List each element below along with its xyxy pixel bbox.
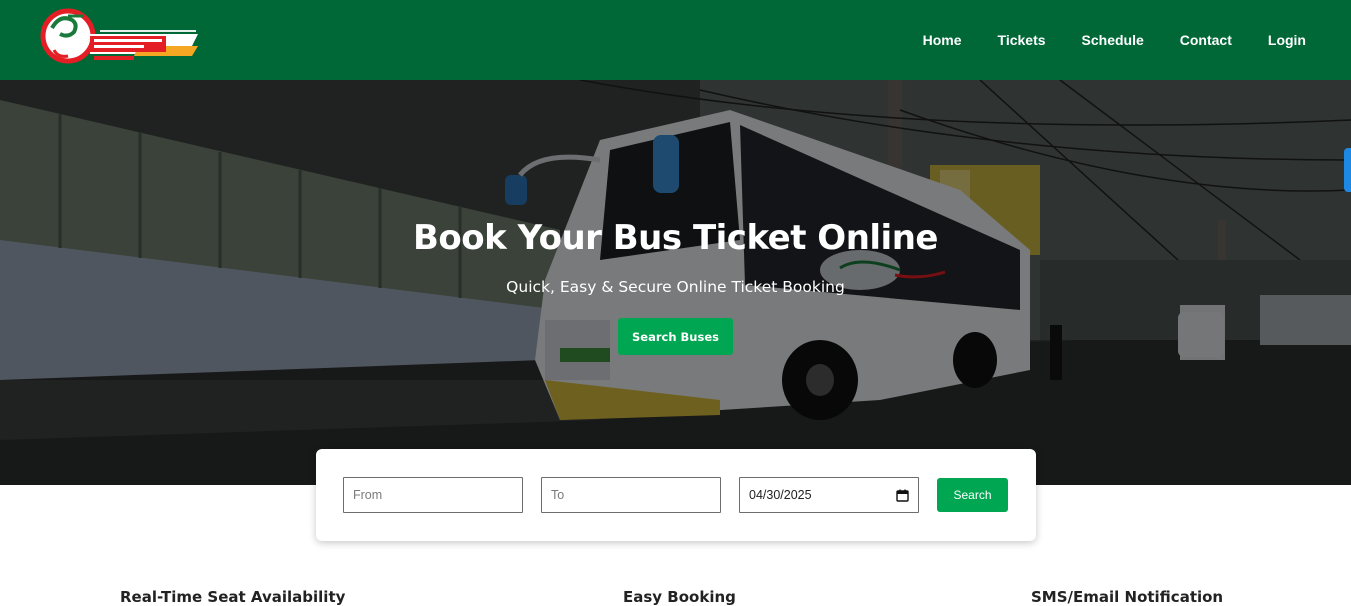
nav-schedule-link[interactable]: Schedule (1082, 32, 1144, 48)
hero-title: Book Your Bus Ticket Online (413, 218, 938, 258)
feature-title-notification: SMS/Email Notification (1031, 588, 1224, 606)
calendar-icon[interactable] (896, 489, 909, 502)
date-input[interactable]: 04/30/2025 (739, 477, 919, 513)
from-input[interactable] (343, 477, 523, 513)
search-form-card: 04/30/2025 Search (316, 449, 1036, 541)
nav-contact-link[interactable]: Contact (1180, 32, 1232, 48)
feature-title-easy-booking: Easy Booking (623, 588, 736, 606)
top-navbar: Home Tickets Schedule Contact Login (0, 0, 1351, 80)
nav-login-link[interactable]: Login (1268, 32, 1306, 48)
search-buses-button[interactable]: Search Buses (618, 318, 733, 355)
nav-home-link[interactable]: Home (923, 32, 962, 48)
nav-tickets-link[interactable]: Tickets (998, 32, 1046, 48)
search-button[interactable]: Search (937, 478, 1008, 512)
to-input[interactable] (541, 477, 721, 513)
feature-title-seat-availability: Real-Time Seat Availability (120, 588, 346, 606)
scroll-indicator[interactable] (1344, 148, 1351, 192)
hero-subtitle: Quick, Easy & Secure Online Ticket Booki… (506, 278, 845, 296)
brand-logo[interactable] (38, 6, 200, 66)
date-value: 04/30/2025 (749, 488, 812, 502)
hero-banner: Book Your Bus Ticket Online Quick, Easy … (0, 80, 1351, 485)
main-nav: Home Tickets Schedule Contact Login (923, 0, 1306, 80)
